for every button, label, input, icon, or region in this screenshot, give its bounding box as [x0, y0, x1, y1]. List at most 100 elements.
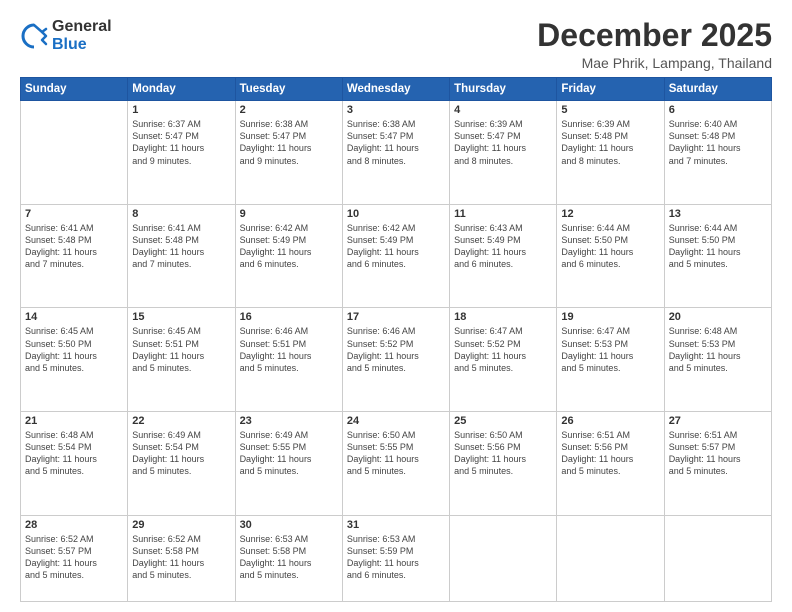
header-wednesday: Wednesday [342, 78, 449, 101]
table-row: 10Sunrise: 6:42 AMSunset: 5:49 PMDayligh… [342, 204, 449, 308]
day-info: Sunrise: 6:47 AMSunset: 5:52 PMDaylight:… [454, 325, 552, 374]
table-row: 25 Sunrise: 6:50 AMSunset: 5:56 PMDayligh… [450, 412, 557, 516]
day-info: Sunrise: 6:52 AMSunset: 5:58 PMDaylight:… [132, 533, 230, 582]
day-info: Sunrise: 6:40 AMSunset: 5:48 PMDaylight:… [669, 118, 767, 167]
day-info: Sunrise: 6:42 AMSunset: 5:49 PMDaylight:… [347, 222, 445, 271]
day-number: 8 [132, 208, 230, 220]
header-saturday: Saturday [664, 78, 771, 101]
calendar-week-row: 21Sunrise: 6:48 AMSunset: 5:54 PMDayligh… [21, 412, 772, 516]
day-info: Sunrise: 6:43 AMSunset: 5:49 PMDaylight:… [454, 222, 552, 271]
day-number: 1 [132, 104, 230, 116]
table-row: 27 Sunrise: 6:51 AMSunset: 5:57 PMDayligh… [664, 412, 771, 516]
day-info: Sunrise: 6:51 AMSunset: 5:56 PMDaylight:… [561, 429, 659, 478]
page: General Blue December 2025 Mae Phrik, La… [0, 0, 792, 612]
day-number: 2 [240, 104, 338, 116]
table-row: 3 Sunrise: 6:38 AMSunset: 5:47 PMDaylight… [342, 101, 449, 205]
logo: General Blue [20, 18, 112, 53]
day-number: 3 [347, 104, 445, 116]
calendar-week-row: 1 Sunrise: 6:37 AMSunset: 5:47 PMDaylight… [21, 101, 772, 205]
table-row: 28 Sunrise: 6:52 AMSunset: 5:57 PMDayligh… [21, 515, 128, 601]
day-info: Sunrise: 6:49 AMSunset: 5:54 PMDaylight:… [132, 429, 230, 478]
day-info: Sunrise: 6:39 AMSunset: 5:47 PMDaylight:… [454, 118, 552, 167]
table-row: 15 Sunrise: 6:45 AMSunset: 5:51 PMDayligh… [128, 308, 235, 412]
day-info: Sunrise: 6:46 AMSunset: 5:51 PMDaylight:… [240, 325, 338, 374]
calendar-week-row: 28 Sunrise: 6:52 AMSunset: 5:57 PMDayligh… [21, 515, 772, 601]
day-number: 5 [561, 104, 659, 116]
day-info: Sunrise: 6:45 AMSunset: 5:50 PMDaylight:… [25, 325, 123, 374]
day-number: 6 [669, 104, 767, 116]
day-info: Sunrise: 6:48 AMSunset: 5:53 PMDaylight:… [669, 325, 767, 374]
header-thursday: Thursday [450, 78, 557, 101]
table-row: 6 Sunrise: 6:40 AMSunset: 5:48 PMDaylight… [664, 101, 771, 205]
calendar-table: Sunday Monday Tuesday Wednesday Thursday… [20, 77, 772, 602]
table-row [21, 101, 128, 205]
table-row: 29 Sunrise: 6:52 AMSunset: 5:58 PMDayligh… [128, 515, 235, 601]
day-number: 18 [454, 311, 552, 323]
day-info: Sunrise: 6:42 AMSunset: 5:49 PMDaylight:… [240, 222, 338, 271]
logo-general-text: General [52, 18, 112, 36]
day-info: Sunrise: 6:50 AMSunset: 5:56 PMDaylight:… [454, 429, 552, 478]
table-row [664, 515, 771, 601]
table-row: 16Sunrise: 6:46 AMSunset: 5:51 PMDayligh… [235, 308, 342, 412]
table-row: 31 Sunrise: 6:53 AMSunset: 5:59 PMDayligh… [342, 515, 449, 601]
day-number: 21 [25, 415, 123, 427]
day-number: 28 [25, 519, 123, 531]
day-number: 25 [454, 415, 552, 427]
day-info: Sunrise: 6:50 AMSunset: 5:55 PMDaylight:… [347, 429, 445, 478]
table-row: 2 Sunrise: 6:38 AMSunset: 5:47 PMDaylight… [235, 101, 342, 205]
day-info: Sunrise: 6:38 AMSunset: 5:47 PMDaylight:… [347, 118, 445, 167]
day-info: Sunrise: 6:38 AMSunset: 5:47 PMDaylight:… [240, 118, 338, 167]
table-row: 8 Sunrise: 6:41 AMSunset: 5:48 PMDaylight… [128, 204, 235, 308]
table-row [450, 515, 557, 601]
table-row: 11Sunrise: 6:43 AMSunset: 5:49 PMDayligh… [450, 204, 557, 308]
header-monday: Monday [128, 78, 235, 101]
day-info: Sunrise: 6:52 AMSunset: 5:57 PMDaylight:… [25, 533, 123, 582]
logo-icon [20, 22, 48, 50]
header-friday: Friday [557, 78, 664, 101]
day-info: Sunrise: 6:47 AMSunset: 5:53 PMDaylight:… [561, 325, 659, 374]
calendar-week-row: 7 Sunrise: 6:41 AMSunset: 5:48 PMDaylight… [21, 204, 772, 308]
table-row: 30 Sunrise: 6:53 AMSunset: 5:58 PMDayligh… [235, 515, 342, 601]
day-info: Sunrise: 6:45 AMSunset: 5:51 PMDaylight:… [132, 325, 230, 374]
month-title: December 2025 [537, 18, 772, 53]
table-row: 23Sunrise: 6:49 AMSunset: 5:55 PMDayligh… [235, 412, 342, 516]
day-info: Sunrise: 6:53 AMSunset: 5:58 PMDaylight:… [240, 533, 338, 582]
table-row: 17Sunrise: 6:46 AMSunset: 5:52 PMDayligh… [342, 308, 449, 412]
day-number: 12 [561, 208, 659, 220]
day-number: 30 [240, 519, 338, 531]
table-row: 7 Sunrise: 6:41 AMSunset: 5:48 PMDaylight… [21, 204, 128, 308]
day-info: Sunrise: 6:41 AMSunset: 5:48 PMDaylight:… [25, 222, 123, 271]
day-number: 29 [132, 519, 230, 531]
day-number: 31 [347, 519, 445, 531]
day-info: Sunrise: 6:53 AMSunset: 5:59 PMDaylight:… [347, 533, 445, 582]
day-info: Sunrise: 6:41 AMSunset: 5:48 PMDaylight:… [132, 222, 230, 271]
day-info: Sunrise: 6:49 AMSunset: 5:55 PMDaylight:… [240, 429, 338, 478]
day-number: 9 [240, 208, 338, 220]
header-tuesday: Tuesday [235, 78, 342, 101]
table-row: 26 Sunrise: 6:51 AMSunset: 5:56 PMDayligh… [557, 412, 664, 516]
day-number: 7 [25, 208, 123, 220]
table-row: 12Sunrise: 6:44 AMSunset: 5:50 PMDayligh… [557, 204, 664, 308]
table-row: 21Sunrise: 6:48 AMSunset: 5:54 PMDayligh… [21, 412, 128, 516]
logo-blue-text: Blue [52, 36, 112, 54]
day-number: 24 [347, 415, 445, 427]
title-block: December 2025 Mae Phrik, Lampang, Thaila… [537, 18, 772, 71]
day-info: Sunrise: 6:51 AMSunset: 5:57 PMDaylight:… [669, 429, 767, 478]
table-row [557, 515, 664, 601]
day-number: 19 [561, 311, 659, 323]
header: General Blue December 2025 Mae Phrik, La… [20, 18, 772, 71]
day-number: 15 [132, 311, 230, 323]
day-info: Sunrise: 6:46 AMSunset: 5:52 PMDaylight:… [347, 325, 445, 374]
day-number: 26 [561, 415, 659, 427]
table-row: 9 Sunrise: 6:42 AMSunset: 5:49 PMDaylight… [235, 204, 342, 308]
table-row: 4Sunrise: 6:39 AMSunset: 5:47 PMDaylight… [450, 101, 557, 205]
calendar-week-row: 14Sunrise: 6:45 AMSunset: 5:50 PMDayligh… [21, 308, 772, 412]
header-sunday: Sunday [21, 78, 128, 101]
day-info: Sunrise: 6:37 AMSunset: 5:47 PMDaylight:… [132, 118, 230, 167]
day-number: 27 [669, 415, 767, 427]
table-row: 1 Sunrise: 6:37 AMSunset: 5:47 PMDaylight… [128, 101, 235, 205]
weekday-header-row: Sunday Monday Tuesday Wednesday Thursday… [21, 78, 772, 101]
table-row: 24 Sunrise: 6:50 AMSunset: 5:55 PMDayligh… [342, 412, 449, 516]
day-number: 20 [669, 311, 767, 323]
logo-text: General Blue [52, 18, 112, 53]
